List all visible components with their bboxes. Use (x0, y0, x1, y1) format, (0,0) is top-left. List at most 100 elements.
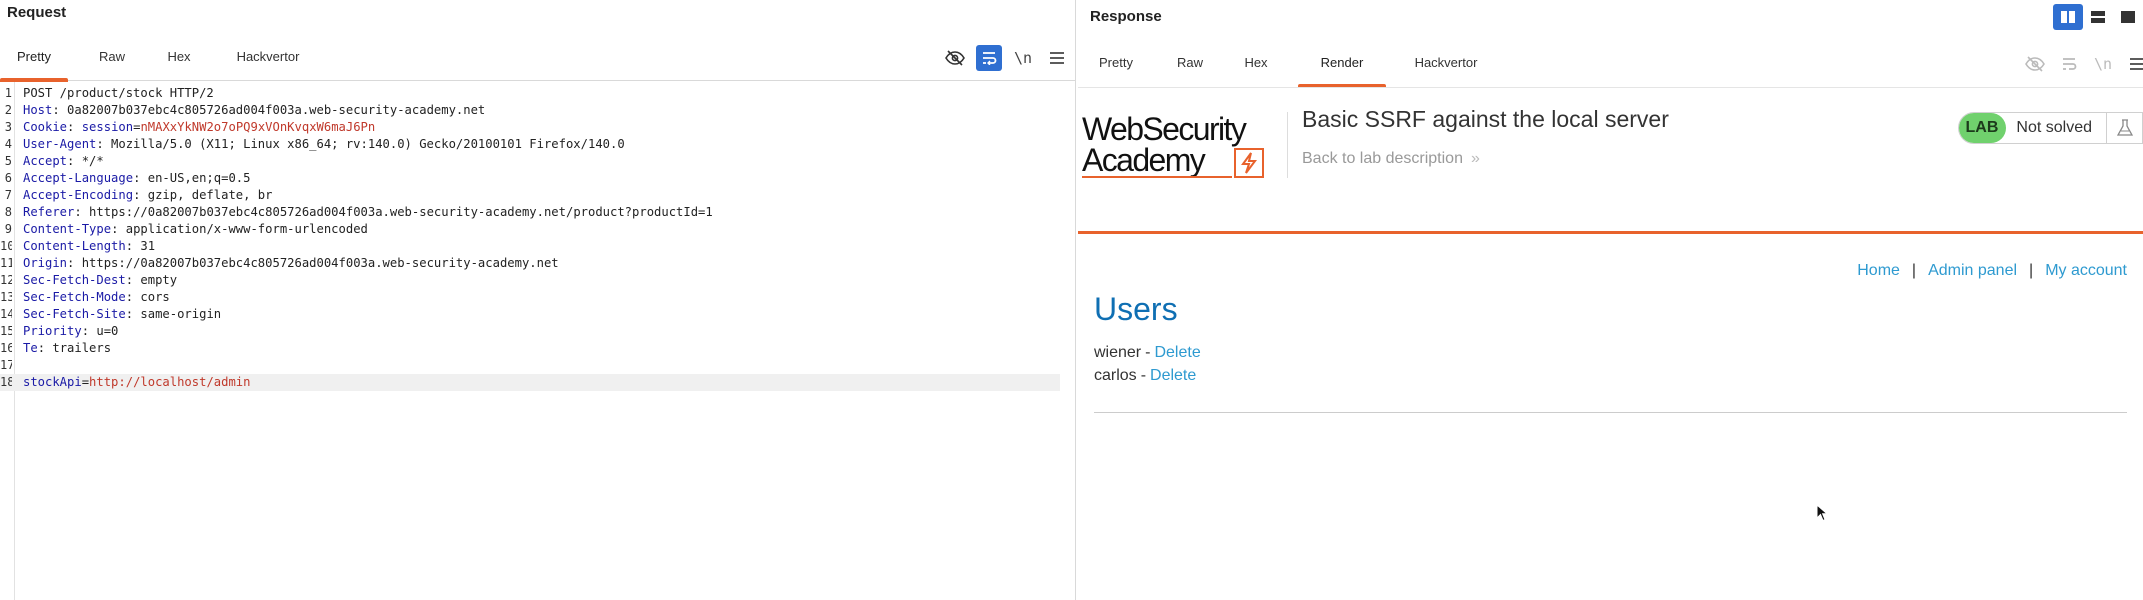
header-name: Accept (23, 154, 68, 168)
code-line[interactable]: 12 Sec-Fetch-Dest: empty (0, 272, 1060, 289)
line-number: 13 (0, 290, 12, 304)
tab-response-raw[interactable]: Raw (1164, 41, 1216, 87)
user-name: carlos (1094, 367, 1137, 384)
line-number: 2 (4, 103, 12, 117)
tab-response-pretty[interactable]: Pretty (1086, 41, 1146, 87)
text-wrap-icon[interactable] (976, 45, 1002, 71)
code-line[interactable]: 18 stockApi=http://localhost/admin (0, 374, 1060, 391)
logo-underline (1082, 176, 1232, 178)
lab-status-widget: LAB Not solved (1957, 112, 2143, 144)
line-number: 5 (4, 154, 12, 168)
code-line[interactable]: 5 Accept: */* (0, 153, 1060, 170)
code-line[interactable]: 3 Cookie: session=nMAXxYkNW2o7oPQ9xVOnKvq… (0, 119, 1060, 136)
tab-request-pretty[interactable]: Pretty (0, 35, 68, 82)
code-line[interactable]: 14 Sec-Fetch-Site: same-origin (0, 306, 1060, 323)
code-line[interactable]: 6 Accept-Language: en-US,en;q=0.5 (0, 170, 1060, 187)
header-value: : (67, 120, 82, 134)
line-number: 1 (4, 86, 12, 100)
code-line[interactable]: 16 Te: trailers (0, 340, 1060, 357)
code-line[interactable]: 11 Origin: https://0a82007b037ebc4c805726… (0, 255, 1060, 272)
line-content: Priority: u=0 (23, 323, 118, 340)
code-line[interactable]: 10 Content-Length: 31 (0, 238, 1060, 255)
tab-response-render[interactable]: Render (1298, 41, 1386, 88)
code-line[interactable]: 9 Content-Type: application/x-www-form-ur… (0, 221, 1060, 238)
newline-toggle[interactable]: \n (2090, 51, 2116, 77)
header-value: : u=0 (81, 324, 119, 338)
delete-user-link[interactable]: Delete (1150, 367, 1196, 384)
user-separator: - (1140, 367, 1147, 384)
stacked-layout-icon[interactable] (2083, 4, 2113, 30)
line-content: Referer: https://0a82007b037ebc4c805726a… (23, 204, 713, 221)
line-content: Sec-Fetch-Mode: cors (23, 289, 170, 306)
lightning-bolt-icon (1234, 148, 1264, 178)
eye-slash-icon[interactable] (942, 45, 968, 71)
single-pane-layout-icon[interactable] (2113, 4, 2143, 30)
response-tabbar: Pretty Raw Hex Render Hackvertor \n (1076, 41, 2143, 88)
code-line[interactable]: 2 Host: 0a82007b037ebc4c805726ad004f003a.… (0, 102, 1060, 119)
nav-home-link[interactable]: Home (1857, 262, 1900, 279)
header-value: POST /product/stock HTTP/2 (23, 86, 214, 100)
tab-request-raw[interactable]: Raw (84, 35, 140, 81)
line-number: 12 (0, 273, 12, 287)
header-value: : Mozilla/5.0 (X11; Linux x86_64; rv:140… (96, 137, 625, 151)
newline-toggle[interactable]: \n (1010, 45, 1036, 71)
code-line[interactable]: 1 POST /product/stock HTTP/2 (0, 85, 1060, 102)
nav-separator: | (1911, 262, 1917, 279)
line-number: 15 (0, 324, 12, 338)
line-content: Accept: */* (23, 153, 104, 170)
user-row: carlos - Delete (1094, 367, 1196, 385)
site-nav: Home | Admin panel | My account (1857, 262, 2127, 280)
web-security-academy-logo[interactable]: WebSecurity Academy (1082, 112, 1278, 180)
delete-user-link[interactable]: Delete (1154, 344, 1200, 361)
code-line[interactable]: 4 User-Agent: Mozilla/5.0 (X11; Linux x86… (0, 136, 1060, 153)
tab-response-hex[interactable]: Hex (1230, 41, 1282, 87)
response-toolbar: \n (2014, 41, 2143, 87)
header-name: Priority (23, 324, 82, 338)
line-number: 3 (4, 120, 12, 134)
line-number: 18 (0, 375, 12, 389)
header-value: : application/x-www-form-urlencoded (111, 222, 368, 236)
user-name: wiener (1094, 344, 1142, 361)
code-line[interactable]: 17 (0, 357, 1060, 374)
header-value: : cors (125, 290, 170, 304)
header-name: Accept-Encoding (23, 188, 134, 202)
hamburger-menu-icon[interactable] (2124, 51, 2143, 77)
header-value: : trailers (37, 341, 112, 355)
request-toolbar: \n (934, 35, 1070, 81)
logo-text-line1: WebSecurity (1082, 111, 1247, 147)
logo-text-line2: Academy (1082, 142, 1206, 178)
code-line[interactable]: 13 Sec-Fetch-Mode: cors (0, 289, 1060, 306)
side-by-side-layout-icon[interactable] (2053, 4, 2083, 30)
header-value: : https://0a82007b037ebc4c805726ad004f00… (74, 205, 713, 219)
text-wrap-icon[interactable] (2056, 51, 2082, 77)
header-name: Te (23, 341, 38, 355)
tab-response-hackvertor[interactable]: Hackvertor (1404, 41, 1488, 87)
tab-request-hex[interactable]: Hex (152, 35, 206, 81)
back-to-lab-description-link[interactable]: Back to lab description » (1302, 150, 1480, 168)
nav-my-account-link[interactable]: My account (2045, 262, 2127, 279)
line-number: 17 (0, 358, 12, 372)
wsa-header: WebSecurity Academy Basic SSRF against t… (1078, 88, 2143, 234)
header-divider (1287, 112, 1288, 178)
line-content: Accept-Encoding: gzip, deflate, br (23, 187, 272, 204)
nav-admin-panel-link[interactable]: Admin panel (1928, 262, 2017, 279)
flask-icon (2106, 113, 2142, 143)
line-number: 6 (4, 171, 12, 185)
rendered-page: WebSecurity Academy Basic SSRF against t… (1078, 87, 2143, 600)
eye-slash-icon[interactable] (2022, 51, 2048, 77)
header-value: : gzip, deflate, br (133, 188, 273, 202)
code-line[interactable]: 7 Accept-Encoding: gzip, deflate, br (0, 187, 1060, 204)
line-number: 9 (4, 222, 12, 236)
hamburger-menu-icon[interactable] (1044, 45, 1070, 71)
header-value: : https://0a82007b037ebc4c805726ad004f00… (67, 256, 559, 270)
cookie-value: nMAXxYkNW2o7oPQ9xVOnKvqxW6maJ6Pn (140, 120, 376, 134)
header-name: Origin (23, 256, 68, 270)
line-content: Cookie: session=nMAXxYkNW2o7oPQ9xVOnKvqx… (23, 119, 375, 136)
code-line[interactable]: 15 Priority: u=0 (0, 323, 1060, 340)
tab-request-hackvertor[interactable]: Hackvertor (226, 35, 310, 81)
line-content: Content-Type: application/x-www-form-url… (23, 221, 368, 238)
line-content: User-Agent: Mozilla/5.0 (X11; Linux x86_… (23, 136, 625, 153)
request-editor[interactable]: 1 POST /product/stock HTTP/2 2 Host: 0a8200… (0, 82, 1062, 600)
code-line[interactable]: 8 Referer: https://0a82007b037ebc4c805726… (0, 204, 1060, 221)
header-name: Referer (23, 205, 75, 219)
